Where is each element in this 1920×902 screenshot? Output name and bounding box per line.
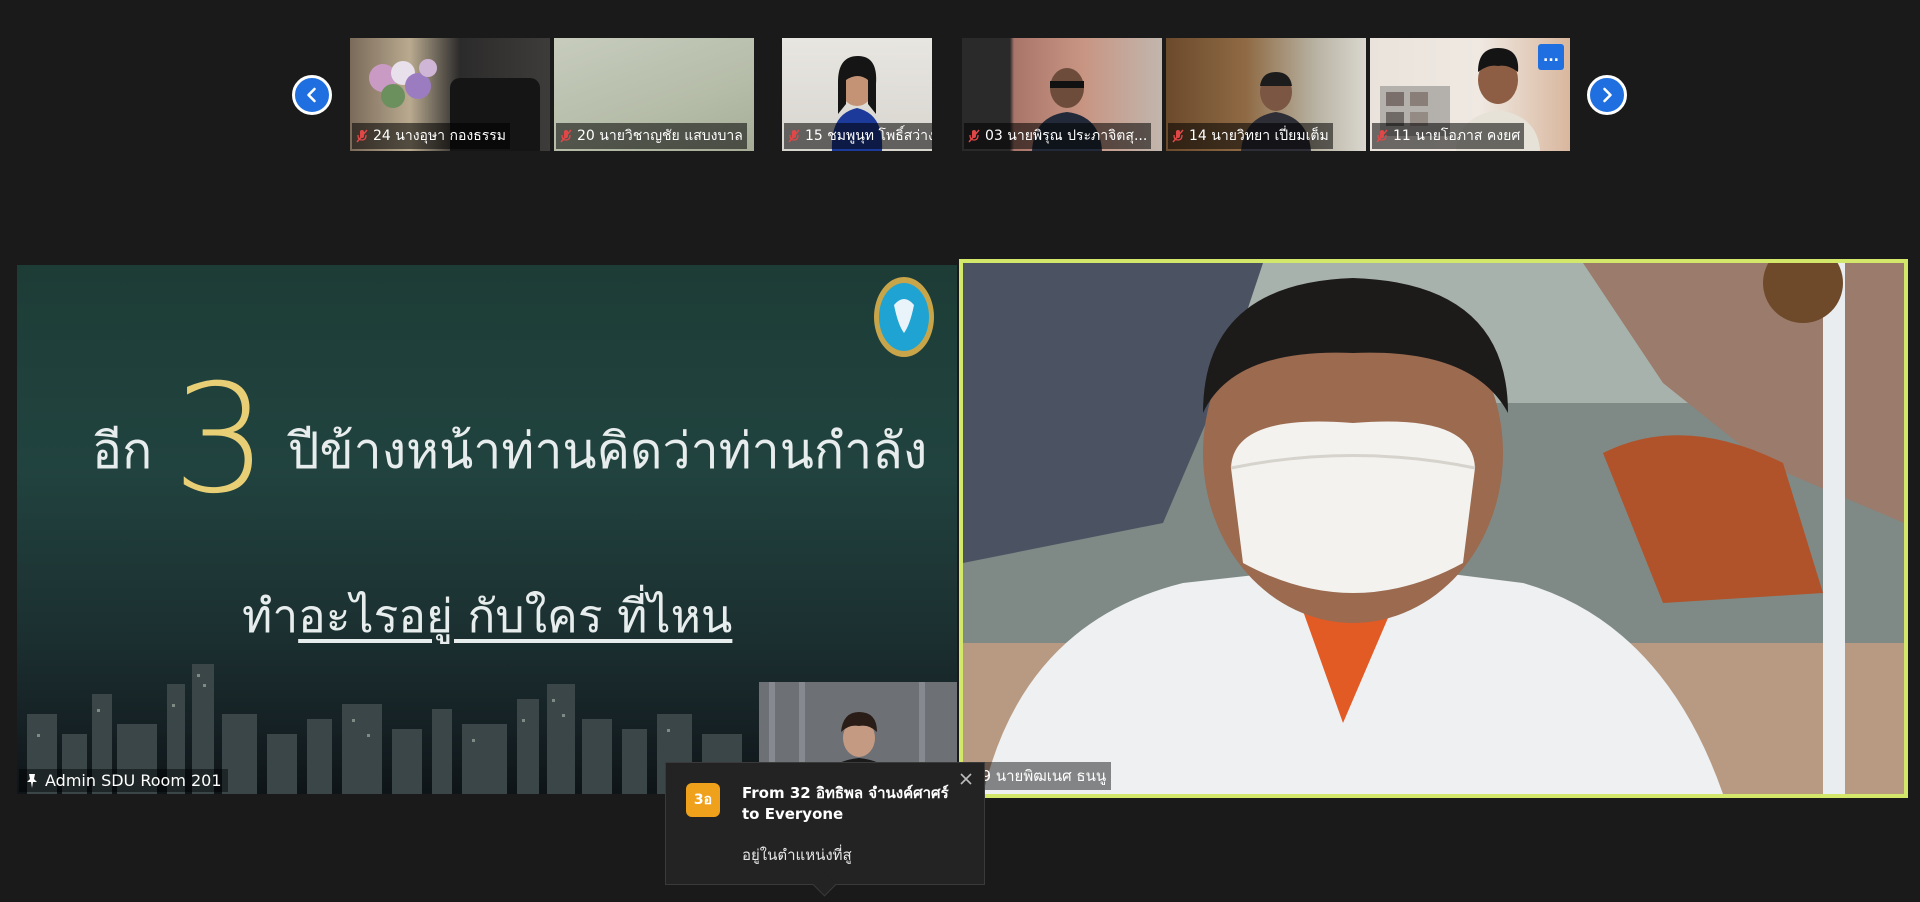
- university-logo: [874, 277, 934, 357]
- mic-muted-icon: [356, 129, 368, 143]
- participant-tile[interactable]: 24 นางอุษา กองธรรม: [350, 38, 550, 151]
- participant-tile[interactable]: 20 นายวิชาญชัย แสบงบาล: [554, 38, 754, 151]
- slide-prefix: อีก: [92, 421, 153, 480]
- chat-notification[interactable]: 3อ From 32 อิทธิพล จำนงค์ศาศร์ to Everyo…: [665, 762, 985, 897]
- participant-nameplate: 15 ชมพูนุท โพธิ์สว่าง: [784, 123, 932, 149]
- chat-sender: From 32 อิทธิพล จำนงค์ศาศร์ to Everyone: [742, 783, 962, 825]
- slide-line1-text: ปีข้างหน้าท่านคิดว่าท่านกำลัง: [287, 421, 928, 480]
- chat-from-line: From 32 อิทธิพล จำนงค์ศาศร์: [742, 784, 949, 802]
- participant-tile[interactable]: ... 11 นายโอภาส คงยศ: [1370, 38, 1570, 151]
- participant-name: 03 นายพิรุณ ประภาจิตสุ...: [985, 128, 1148, 144]
- mic-muted-icon: [788, 129, 800, 143]
- participant-name: 24 นางอุษา กองธรรม: [373, 128, 507, 144]
- active-speaker-tile[interactable]: 09 นายพิฒเนศ ธนนู: [959, 259, 1908, 798]
- mic-muted-icon: [1376, 129, 1388, 143]
- mic-muted-icon: [1172, 129, 1184, 143]
- chat-message: อยู่ในตำแหน่งที่สู: [742, 846, 852, 864]
- participant-name: 15 ชมพูนุท โพธิ์สว่าง: [805, 128, 932, 144]
- presenter-name: Admin SDU Room 201: [45, 771, 222, 790]
- close-icon[interactable]: [958, 771, 974, 787]
- sender-avatar: 3อ: [686, 783, 720, 817]
- participant-tile[interactable]: 14 นายวิทยา เปี่ยมเต็ม: [1166, 38, 1366, 151]
- chevron-right-icon: [1603, 87, 1612, 103]
- flower-bouquet: [369, 59, 437, 108]
- chevron-left-icon: [307, 87, 316, 103]
- next-page-button[interactable]: [1587, 75, 1627, 115]
- shared-screen-tile[interactable]: อีก 3 ปีข้างหน้าท่านคิดว่าท่านกำลัง ทำอะ…: [17, 265, 957, 794]
- slide-line-2: ทำอะไรอยู่ กับใคร ที่ไหน: [242, 580, 732, 653]
- speaker-name-label: 09 นายพิฒเนศ ธนนู: [967, 762, 1112, 790]
- participant-nameplate: 20 นายวิชาญชัย แสบงบาล: [556, 123, 747, 149]
- presenter-label: Admin SDU Room 201: [19, 769, 228, 792]
- participant-nameplate: 14 นายวิทยา เปี่ยมเต็ม: [1168, 123, 1333, 149]
- slide-line-1: อีก 3 ปีข้างหน้าท่านคิดว่าท่านกำลัง: [92, 353, 928, 527]
- participant-name: 20 นายวิชาญชัย แสบงบาล: [577, 128, 743, 144]
- participant-tile[interactable]: 15 ชมพูนุท โพธิ์สว่าง: [782, 38, 932, 151]
- participant-nameplate: 11 นายโอภาส คงยศ: [1372, 123, 1525, 149]
- participant-name: 11 นายโอภาส คงยศ: [1393, 128, 1521, 144]
- participant-tile[interactable]: 03 นายพิรุณ ประภาจิตสุ...: [962, 38, 1162, 151]
- previous-page-button[interactable]: [292, 75, 332, 115]
- slide-number: 3: [172, 353, 268, 527]
- participant-name: 14 นายวิทยา เปี่ยมเต็ม: [1189, 128, 1329, 144]
- mic-muted-icon: [560, 129, 572, 143]
- slide-line2-plain: ทำ: [242, 589, 299, 643]
- mic-muted-icon: [968, 129, 980, 143]
- pin-icon: [27, 773, 37, 788]
- participant-nameplate: 24 นางอุษา กองธรรม: [352, 123, 511, 149]
- speaker-video: [963, 263, 1904, 794]
- chat-to-line: to Everyone: [742, 805, 844, 823]
- more-options-button[interactable]: ...: [1538, 44, 1564, 70]
- toast-pointer: [812, 872, 837, 897]
- more-label: ...: [1543, 49, 1559, 65]
- slide-line2-underlined: อะไรอยู่ กับใคร ที่ไหน: [298, 589, 733, 643]
- participant-nameplate: 03 นายพิรุณ ประภาจิตสุ...: [964, 123, 1152, 149]
